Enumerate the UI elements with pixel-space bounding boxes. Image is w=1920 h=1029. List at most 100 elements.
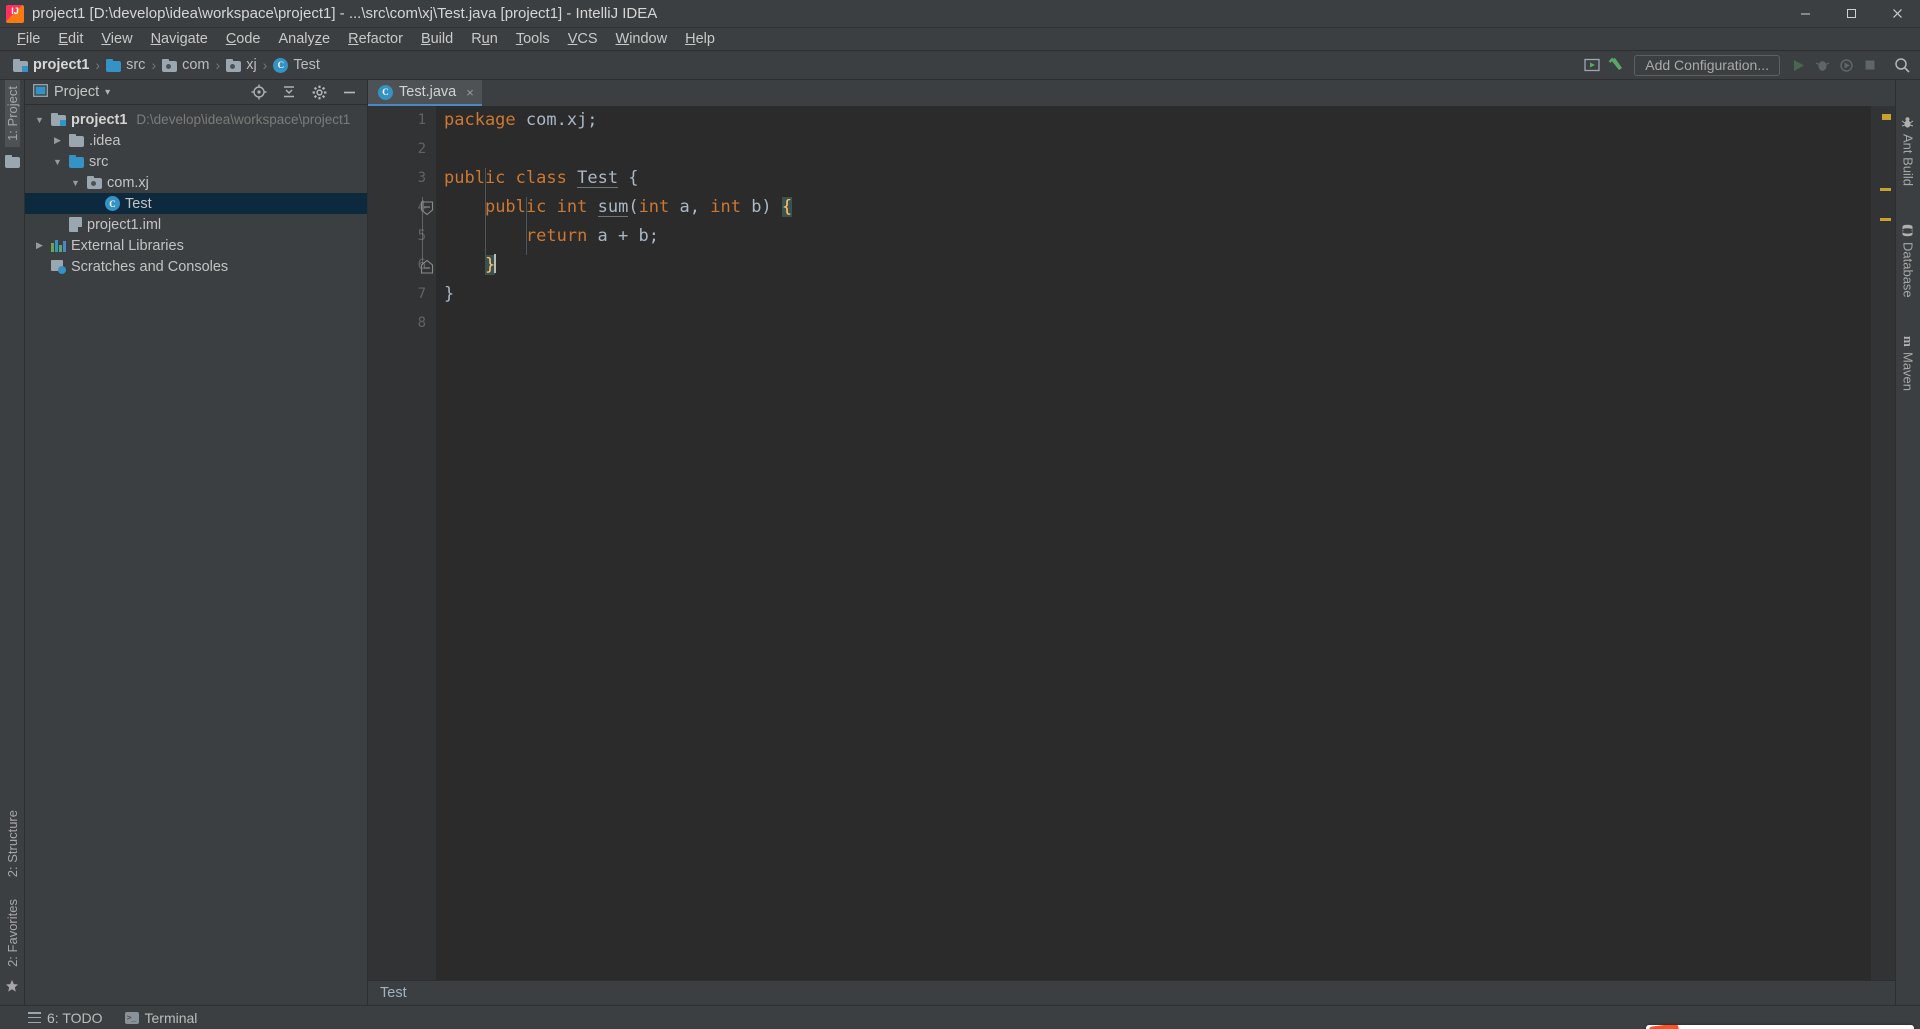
project-tree[interactable]: ▼ project1 D:\develop\idea\workspace\proje…: [25, 105, 367, 1005]
run-coverage-icon[interactable]: [1834, 54, 1858, 76]
breadcrumb-item-label: com: [182, 57, 210, 73]
line-number[interactable]: 5: [368, 222, 436, 251]
text-caret: [494, 254, 497, 273]
code-line-7[interactable]: }: [444, 280, 1870, 309]
line-number-gutter[interactable]: 12345678: [368, 106, 436, 980]
sogou-ime-icon[interactable]: S: [1648, 1025, 1682, 1029]
code-line-1[interactable]: package com.xj;: [444, 106, 1870, 135]
line-number[interactable]: 2: [368, 135, 436, 164]
tree-node-scratches-and-consoles[interactable]: Scratches and Consoles: [25, 256, 367, 277]
ime-toolbar[interactable]: S 中 ， ☺: [1646, 1025, 1914, 1029]
ant-build-label: Ant Build: [1900, 134, 1916, 187]
stop-icon[interactable]: [1858, 54, 1882, 76]
menu-item-refactor[interactable]: Refactor: [339, 29, 412, 49]
chevron-down-icon[interactable]: ▼: [51, 157, 64, 167]
code-text-token: }: [444, 284, 455, 304]
code-line-4[interactable]: public int sum(int a, int b) {: [444, 193, 1870, 222]
debug-icon[interactable]: [1810, 54, 1834, 76]
chevron-down-icon[interactable]: ▼: [33, 115, 46, 125]
menu-item-run[interactable]: Run: [462, 29, 507, 49]
chevron-right-icon[interactable]: ▶: [33, 240, 46, 251]
minimize-button[interactable]: [1782, 0, 1828, 28]
menu-item-view[interactable]: View: [92, 29, 141, 49]
breadcrumb-item-project1[interactable]: project1: [10, 56, 92, 74]
sidebar-item-favorites[interactable]: 2: Favorites: [5, 893, 20, 973]
tree-node-external-libraries[interactable]: ▶ External Libraries: [25, 235, 367, 256]
sidebar-item-structure[interactable]: 2: Structure: [5, 804, 20, 883]
code-keyword: public: [484, 197, 547, 217]
menu-item-tools[interactable]: Tools: [507, 29, 559, 49]
menu-item-help[interactable]: Help: [676, 29, 724, 49]
breadcrumb-item-xj[interactable]: xj: [223, 56, 259, 74]
editor-breadcrumb[interactable]: Test: [368, 980, 1895, 1005]
menu-item-vcs[interactable]: VCS: [559, 29, 607, 49]
locate-icon[interactable]: [247, 81, 271, 103]
module-folder-icon: [51, 113, 66, 126]
build-hammer-icon[interactable]: [1604, 54, 1628, 76]
menu-item-analyze[interactable]: Analyze: [270, 29, 340, 49]
menu-item-navigate[interactable]: Navigate: [142, 29, 217, 49]
line-number[interactable]: 3: [368, 164, 436, 193]
select-in-project-icon[interactable]: [1580, 54, 1604, 76]
search-everywhere-icon[interactable]: [1890, 54, 1914, 76]
database-label: Database: [1900, 242, 1916, 298]
code-line-6[interactable]: }: [444, 251, 1870, 280]
hide-minimize-icon[interactable]: [337, 81, 361, 103]
line-number[interactable]: 1: [368, 106, 436, 135]
tree-node-test[interactable]: C Test: [25, 193, 367, 214]
code-line-3[interactable]: public class Test {: [444, 164, 1870, 193]
code-line-5[interactable]: return a + b;: [444, 222, 1870, 251]
sidebar-item-project[interactable]: 1: Project: [4, 80, 20, 147]
line-number[interactable]: 8: [368, 309, 436, 338]
menu-item-file[interactable]: File: [8, 29, 49, 49]
tree-node-project1-iml[interactable]: project1.iml: [25, 214, 367, 235]
code-keyword: return: [525, 226, 588, 246]
terminal-icon: >_: [124, 1011, 139, 1024]
error-stripe-gutter[interactable]: [1870, 106, 1895, 980]
stripe-mark-warning-1[interactable]: [1880, 188, 1891, 191]
close-button[interactable]: [1874, 0, 1920, 28]
folder-icon: [69, 134, 84, 147]
tree-node-src[interactable]: ▼ src: [25, 151, 367, 172]
tree-node--idea[interactable]: ▶ .idea: [25, 130, 367, 151]
code-text[interactable]: package com.xj; public class Test { publi…: [436, 106, 1870, 980]
package-folder-icon: [87, 176, 102, 189]
code-identifier-warning: Test: [577, 168, 619, 188]
line-number[interactable]: 7: [368, 280, 436, 309]
tree-node-project1[interactable]: ▼ project1 D:\develop\idea\workspace\proje…: [25, 109, 367, 130]
code-line-8[interactable]: [444, 309, 1870, 338]
add-configuration-button[interactable]: Add Configuration...: [1634, 54, 1780, 76]
stripe-mark-warning-top[interactable]: [1882, 114, 1891, 120]
favorites-star-icon[interactable]: [5, 979, 19, 997]
editor-tab-test-java[interactable]: C Test.java ×: [368, 80, 482, 106]
sidebar-item-ant-build[interactable]: Ant Build: [1901, 110, 1916, 192]
menu-item-edit[interactable]: Edit: [49, 29, 92, 49]
code-viewport[interactable]: 12345678 package com.xj; public class Tes…: [368, 106, 1895, 980]
close-icon[interactable]: ×: [466, 85, 474, 100]
code-text-token: (: [628, 197, 639, 217]
menu-item-build[interactable]: Build: [412, 29, 462, 49]
breadcrumb-item-test[interactable]: C Test: [270, 56, 323, 74]
code-line-2[interactable]: [444, 135, 1870, 164]
maximize-button[interactable]: [1828, 0, 1874, 28]
tree-node-com-xj[interactable]: ▼ com.xj: [25, 172, 367, 193]
chevron-down-icon[interactable]: ▼: [69, 178, 82, 188]
run-icon[interactable]: [1786, 54, 1810, 76]
project-folder-icon: [5, 154, 20, 168]
collapse-all-icon[interactable]: [277, 81, 301, 103]
stripe-mark-warning-2[interactable]: [1880, 218, 1891, 221]
menu-item-window[interactable]: Window: [607, 29, 677, 49]
sidebar-item-maven[interactable]: m Maven: [1900, 330, 1917, 397]
tool-window-terminal[interactable]: >_ Terminal: [124, 1010, 197, 1026]
tool-window-todo[interactable]: 6: TODO: [28, 1010, 103, 1026]
breadcrumb-item-com[interactable]: com: [159, 56, 212, 74]
chevron-down-icon[interactable]: ▾: [105, 87, 110, 98]
menu-item-code[interactable]: Code: [217, 29, 270, 49]
settings-gear-icon[interactable]: [307, 81, 331, 103]
breadcrumb-item-src[interactable]: src: [103, 56, 148, 74]
favorites-strip-label: 2: Favorites: [4, 899, 20, 967]
sidebar-item-database[interactable]: Database: [1901, 218, 1916, 304]
fold-region-line: [422, 197, 423, 265]
chevron-right-icon[interactable]: ▶: [51, 135, 64, 146]
